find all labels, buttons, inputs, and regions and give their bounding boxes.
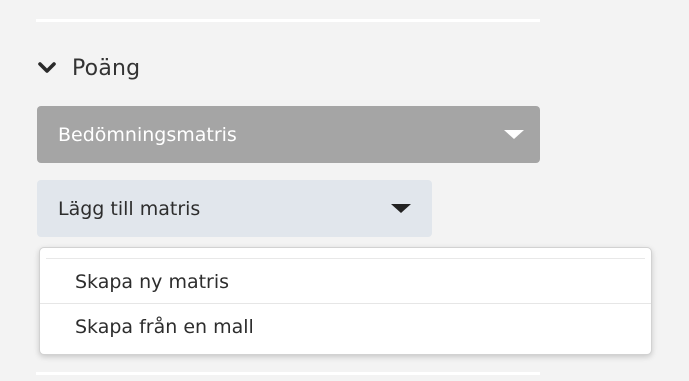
caret-down-icon: [391, 204, 411, 213]
add-matrix-menu: Skapa ny matris Skapa från en mall: [39, 247, 652, 355]
menu-item-create-from-template[interactable]: Skapa från en mall: [40, 305, 651, 349]
divider: [36, 372, 540, 375]
section-toggle-points[interactable]: Poäng: [36, 48, 140, 88]
menu-item-create-new-matrix[interactable]: Skapa ny matris: [40, 260, 651, 304]
settings-panel: Poäng Bedömningsmatris Lägg till matris …: [0, 0, 689, 381]
caret-down-icon: [504, 130, 524, 139]
add-matrix-dropdown[interactable]: Lägg till matris: [37, 180, 432, 237]
dropdown-label: Lägg till matris: [58, 197, 201, 220]
assessment-matrix-dropdown[interactable]: Bedömningsmatris: [37, 106, 540, 163]
dropdown-selected-value: Bedömningsmatris: [58, 123, 237, 146]
section-title: Poäng: [72, 55, 141, 81]
menu-divider: [46, 258, 645, 259]
chevron-down-icon: [38, 62, 56, 73]
divider: [36, 19, 540, 22]
